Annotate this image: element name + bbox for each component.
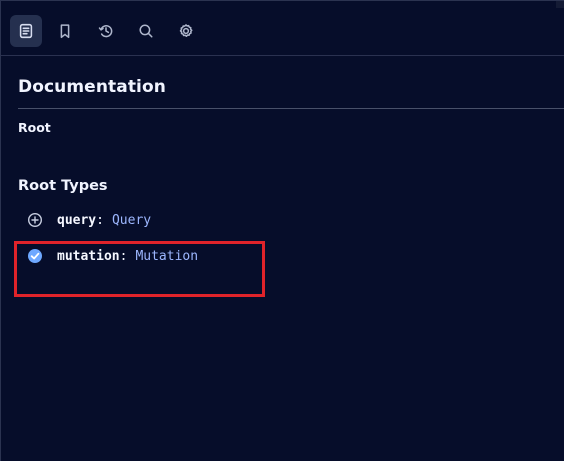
bookmark-icon <box>60 24 70 39</box>
title-divider <box>18 108 564 109</box>
document-icon <box>19 23 33 39</box>
field-colon: : <box>119 248 128 264</box>
gear-icon <box>179 24 193 37</box>
search-button[interactable] <box>130 15 162 47</box>
field-type-link[interactable]: Query <box>112 213 151 228</box>
bookmark-button[interactable] <box>49 15 81 47</box>
history-icon <box>98 25 113 38</box>
field-type-link[interactable]: Mutation <box>135 249 198 264</box>
field-name: query <box>57 212 97 228</box>
breadcrumb: Root <box>18 120 51 135</box>
plus-circle-icon[interactable] <box>27 212 43 228</box>
documentation-window: Documentation Root Root Types query : Qu… <box>0 0 564 461</box>
page-title: Documentation <box>18 77 166 97</box>
docs-button[interactable] <box>10 15 42 47</box>
field-name: mutation <box>57 248 120 264</box>
check-circle-icon[interactable] <box>27 248 43 264</box>
settings-button[interactable] <box>170 15 202 47</box>
query-field-row[interactable]: query : Query <box>27 208 151 232</box>
toolbar <box>1 1 564 56</box>
search-icon <box>139 24 153 38</box>
history-button[interactable] <box>90 15 122 47</box>
mutation-field-row[interactable]: mutation : Mutation <box>27 244 198 268</box>
root-types-heading: Root Types <box>18 178 108 194</box>
field-colon: : <box>96 212 104 228</box>
